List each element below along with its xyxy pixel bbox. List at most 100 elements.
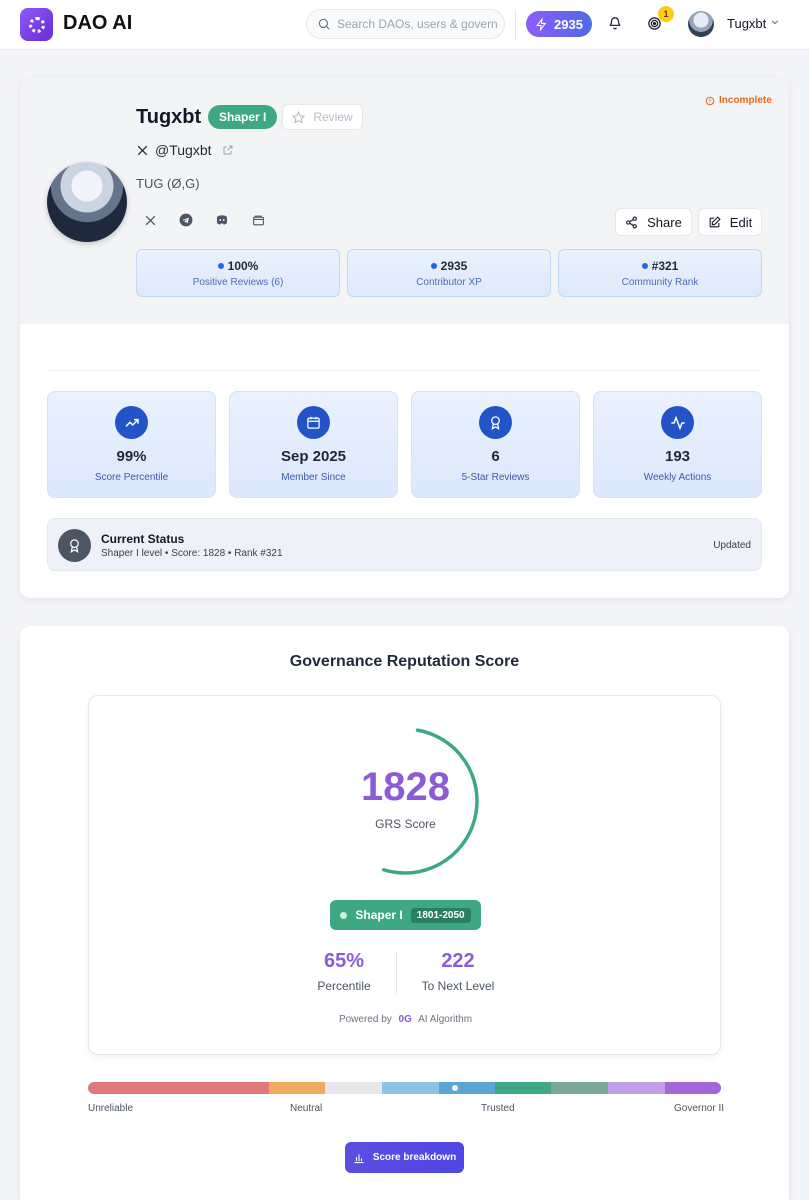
x-handle-link[interactable]: @Tugxbt — [136, 142, 212, 158]
incomplete-label: Incomplete — [719, 95, 772, 106]
contributor-xp-stat: 2935 Contributor XP — [347, 249, 551, 297]
user-avatar[interactable] — [688, 11, 714, 37]
score-breakdown-button[interactable]: Score breakdown — [345, 1142, 464, 1173]
wallet-icon[interactable] — [250, 212, 266, 228]
bar-chart-icon — [354, 1154, 364, 1163]
top-navigation-bar: DAO AI 2935 1 Tugxbt — [0, 0, 809, 50]
reputation-score-card: Governance Reputation Score 1828 GRS Sco… — [20, 626, 789, 1200]
token-symbol: TUG (Ø,G) — [136, 176, 200, 191]
spectrum-label-neutral: Neutral — [290, 1103, 323, 1114]
profile-avatar — [47, 162, 127, 242]
search-box[interactable] — [306, 9, 505, 39]
mini-stat-value: 2935 — [440, 259, 468, 273]
telegram-icon[interactable] — [178, 212, 194, 228]
x-handle: @Tugxbt — [155, 142, 212, 158]
share-label: Share — [647, 214, 682, 230]
alert-circle-icon — [705, 96, 715, 105]
score-gauge — [331, 727, 479, 875]
x-logo-icon — [137, 145, 148, 155]
grs-score-value: 1828 — [361, 765, 450, 809]
spectrum-segment — [382, 1082, 439, 1094]
share-icon — [626, 216, 638, 228]
stat-label: 5-Star Reviews — [461, 472, 530, 483]
level-badge: Shaper I — [208, 105, 278, 129]
reputation-title: Governance Reputation Score — [289, 653, 520, 670]
grs-score-label: GRS Score — [375, 817, 436, 831]
star-icon — [292, 110, 306, 124]
spectrum-segment — [608, 1082, 665, 1094]
notifications-button[interactable] — [604, 12, 626, 34]
score-percentile-card: 99% Score Percentile — [47, 391, 216, 498]
powered-prefix: Powered by — [338, 1014, 392, 1025]
spectrum-segment — [325, 1082, 382, 1094]
app-name: DAO AI — [63, 12, 133, 34]
lightning-icon — [536, 17, 547, 31]
app-logo-icon[interactable] — [20, 8, 53, 41]
edit-icon — [709, 215, 721, 227]
section-divider — [47, 370, 762, 371]
search-icon — [318, 18, 330, 30]
to-next-level-metric: 222 To Next Level — [388, 950, 528, 993]
powered-suffix: AI Algorithm — [418, 1014, 473, 1025]
x-social-icon[interactable] — [142, 212, 158, 228]
mini-stat-value: #321 — [651, 259, 679, 273]
profile-header: Tugxbt Shaper I Review Incomplete @Tugxb… — [20, 78, 789, 324]
breakdown-label: Score breakdown — [372, 1152, 457, 1163]
member-since-card: Sep 2025 Member Since — [229, 391, 398, 498]
mini-stat-value: 100% — [227, 259, 259, 273]
search-input[interactable] — [337, 17, 497, 31]
level-dot — [340, 911, 348, 919]
to-next-value: 222 — [441, 950, 475, 972]
spectrum-segment — [88, 1082, 269, 1094]
stat-value: Sep 2025 — [280, 448, 347, 465]
level-range: 1801-2050 — [410, 907, 471, 923]
edit-label: Edit — [729, 214, 753, 230]
discord-icon[interactable] — [214, 212, 230, 228]
award-icon — [491, 416, 500, 430]
header-username[interactable]: Tugxbt — [727, 16, 766, 31]
spectrum-segment — [269, 1082, 325, 1094]
award-icon — [70, 539, 79, 553]
spectrum-position-marker — [452, 1085, 458, 1091]
stat-label: Weekly Actions — [643, 472, 712, 483]
reputation-spectrum-bar — [88, 1082, 721, 1094]
review-label: Review — [313, 110, 353, 124]
positive-reviews-stat: 100% Positive Reviews (6) — [136, 249, 340, 297]
chevron-down-icon[interactable] — [770, 17, 780, 27]
mini-stat-label: Contributor XP — [416, 277, 482, 288]
spectrum-label-unreliable: Unreliable — [88, 1103, 134, 1114]
spectrum-segment — [551, 1082, 608, 1094]
spectrum-label-governor: Governor II — [674, 1103, 725, 1114]
powered-brand: 0G — [398, 1014, 412, 1025]
bell-icon — [609, 17, 621, 30]
community-rank-stat: #321 Community Rank — [558, 249, 762, 297]
to-next-label: To Next Level — [421, 979, 495, 993]
xp-button[interactable]: 2935 — [526, 11, 592, 37]
header-divider — [515, 10, 516, 40]
trending-up-icon — [124, 418, 139, 427]
stat-value: 193 — [664, 448, 691, 465]
status-title: Current Status — [101, 532, 185, 546]
profile-name: Tugxbt — [136, 106, 202, 128]
mini-stat-label: Community Rank — [621, 277, 699, 288]
stat-label: Score Percentile — [94, 472, 169, 483]
status-updated: Updated — [713, 540, 751, 551]
stat-value: 6 — [491, 448, 500, 465]
current-status-bar: Current Status Shaper I level • Score: 1… — [47, 518, 762, 571]
stat-value: 99% — [116, 448, 147, 465]
share-button[interactable]: Share — [615, 208, 692, 236]
spectrum-segment — [495, 1082, 551, 1094]
powered-by-line: Powered by 0G AI Algorithm — [89, 1014, 722, 1025]
level-pill: Shaper I 1801-2050 — [330, 900, 481, 930]
gauge-panel: 1828 GRS Score Shaper I 1801-2050 65% Pe… — [88, 695, 721, 1055]
social-links — [142, 212, 266, 228]
spectrum-segment — [439, 1082, 495, 1094]
calendar-icon — [307, 416, 320, 429]
review-button[interactable]: Review — [282, 104, 363, 130]
weekly-actions-card: 193 Weekly Actions — [593, 391, 762, 498]
xp-value: 2935 — [554, 16, 583, 32]
edit-button[interactable]: Edit — [698, 208, 762, 236]
status-subtitle: Shaper I level • Score: 1828 • Rank #321 — [101, 548, 283, 559]
five-star-reviews-card: 6 5-Star Reviews — [411, 391, 580, 498]
external-link-icon[interactable] — [222, 144, 234, 156]
